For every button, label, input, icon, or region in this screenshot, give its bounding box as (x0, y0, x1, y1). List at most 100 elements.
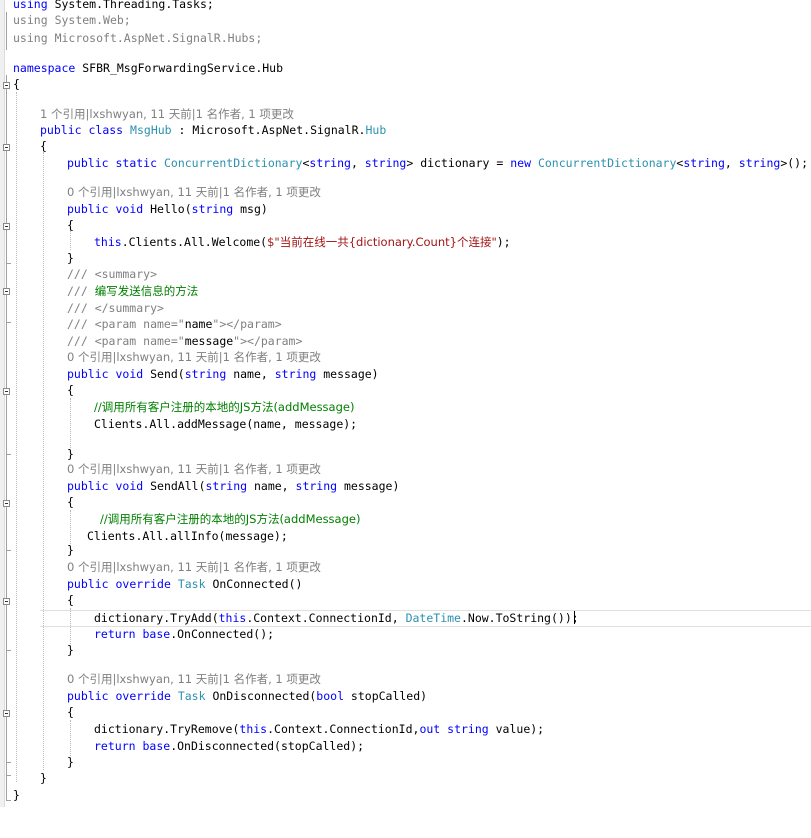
code-line[interactable]: { (0, 76, 811, 93)
method-name: Hello( (143, 202, 192, 216)
codelens-info[interactable]: 0 个引用|lxshwyan, 11 天前|1 名作者, 1 项更改 (67, 671, 321, 688)
brace: { (67, 383, 74, 397)
param: name, (247, 479, 296, 493)
code-line[interactable]: this.Clients.All.Welcome($"当前在线一共{dictio… (0, 234, 811, 251)
codelens-line[interactable]: 0 个引用|lxshwyan, 11 天前|1 名作者, 1 项更改 (0, 671, 811, 688)
keyword: using (13, 31, 48, 45)
base-class: Hub (365, 123, 387, 137)
doc-comment: /// </summary> (67, 301, 164, 315)
brace: { (67, 218, 74, 232)
namespace-name: SFBR_MsgForwardingService.Hub (82, 61, 284, 75)
brace: { (67, 495, 74, 509)
code-line[interactable]: } (0, 770, 811, 787)
class-name: MsgHub (130, 123, 172, 137)
codelens-line[interactable]: 0 个引用|lxshwyan, 11 天前|1 名作者, 1 项更改 (0, 349, 811, 366)
codelens-line[interactable]: 0 个引用|lxshwyan, 11 天前|1 名作者, 1 项更改 (0, 184, 811, 201)
code-line[interactable]: { (0, 704, 811, 721)
keyword: string (191, 202, 234, 216)
code-line[interactable]: public void Hello(string msg) (0, 201, 811, 230)
doc-comment: /// <param name=" (67, 334, 185, 348)
code-line[interactable]: } (0, 250, 811, 267)
code-line[interactable]: } (0, 542, 811, 559)
code-line[interactable]: { (0, 382, 811, 399)
keyword: namespace (13, 61, 76, 75)
code-line[interactable]: } (0, 754, 811, 771)
code-line[interactable]: using System.Web; (0, 12, 811, 29)
code-line[interactable]: dictionary.TryAdd(this.Context.Connectio… (0, 610, 811, 627)
keyword: return (94, 627, 136, 641)
code-line[interactable]: namespace SFBR_MsgForwardingService.Hub (0, 60, 811, 89)
call: .Now.ToString()); (460, 611, 579, 625)
code-line[interactable]: /// <param name="message"></param> (0, 333, 811, 350)
code-line[interactable]: return base.OnDisconnected(stopCalled); (0, 738, 811, 755)
base-qualifier: : Microsoft.AspNet.SignalR. (171, 123, 366, 137)
code-line[interactable]: { (0, 494, 811, 511)
codelens-info[interactable]: 0 个引用|lxshwyan, 11 天前|1 名作者, 1 项更改 (67, 559, 321, 576)
code-line[interactable]: //调用所有客户注册的本地的JS方法(addMessage) (0, 399, 811, 416)
codelens-line[interactable]: 0 个引用|lxshwyan, 11 天前|1 名作者, 1 项更改 (0, 559, 811, 576)
using-namespace: System.Threading.Tasks; (54, 0, 214, 11)
method-name: OnDisconnected( (205, 689, 317, 703)
field-name: dictionary = (413, 156, 511, 170)
keyword: string (364, 156, 407, 170)
code-line[interactable]: Clients.All.addMessage(name, message); (0, 416, 811, 433)
punct: ); (496, 235, 511, 249)
code-line[interactable]: /// <summary> (0, 266, 811, 295)
keyword: void (115, 479, 144, 493)
doc-param: message (184, 334, 234, 348)
keyword: class (88, 123, 124, 137)
code-editor[interactable]: using System.Threading.Tasks; using Syst… (0, 0, 811, 807)
code-line[interactable]: } (0, 787, 811, 804)
code-line[interactable]: public override Task OnConnected() (0, 576, 811, 605)
call: .OnConnected(); (170, 627, 275, 641)
keyword: using (13, 0, 48, 11)
keyword: this (239, 722, 268, 736)
comment: //调用所有客户注册的本地的JS方法(addMessage) (94, 400, 355, 414)
call: .Context.ConnectionId, (246, 611, 406, 625)
keyword: public (40, 123, 82, 137)
keyword: string (447, 722, 489, 736)
code-line[interactable]: } (0, 642, 811, 659)
codelens-line[interactable]: 0 个引用|lxshwyan, 11 天前|1 名作者, 1 项更改 (0, 461, 811, 478)
code-line[interactable]: { (0, 217, 811, 234)
code-line[interactable]: public void Send(string name, string mes… (0, 366, 811, 395)
doc-comment: /// <param name=" (67, 317, 185, 331)
codelens-line[interactable]: 1 个引用|lxshwyan, 11 天前|1 名作者, 1 项更改 (0, 106, 811, 123)
code-line[interactable]: public void SendAll(string name, string … (0, 478, 811, 507)
call: dictionary.TryRemove( (94, 722, 240, 736)
type-name: ConcurrentDictionary (537, 156, 677, 170)
codelens-info[interactable]: 1 个引用|lxshwyan, 11 天前|1 名作者, 1 项更改 (40, 106, 294, 123)
codelens-info[interactable]: 0 个引用|lxshwyan, 11 天前|1 名作者, 1 项更改 (67, 461, 321, 478)
code-line[interactable]: using Microsoft.AspNet.SignalR.Hubs; (0, 30, 811, 47)
code-line[interactable]: { (0, 592, 811, 609)
keyword: void (115, 202, 144, 216)
brace: { (67, 705, 74, 719)
param: stopCalled) (344, 689, 428, 703)
call: .OnDisconnected(stopCalled); (170, 739, 365, 753)
code-line[interactable]: public class MsgHub : Microsoft.AspNet.S… (0, 122, 811, 151)
code-line[interactable]: { (0, 138, 811, 155)
keyword: string (274, 367, 317, 381)
code-line[interactable]: dictionary.TryRemove(this.Context.Connec… (0, 721, 811, 738)
brace: } (67, 251, 74, 265)
code-line[interactable]: /// <param name="name"></param> (0, 316, 811, 333)
code-line[interactable]: /// </summary> (0, 300, 811, 317)
statement: Clients.All.addMessage(name, message); (94, 417, 358, 431)
keyword: string (205, 479, 248, 493)
codelens-info[interactable]: 0 个引用|lxshwyan, 11 天前|1 名作者, 1 项更改 (67, 184, 321, 201)
keyword: base (142, 627, 171, 641)
code-line[interactable]: public static ConcurrentDictionary<strin… (0, 155, 811, 172)
code-line[interactable]: /// 编写发送信息的方法 (0, 283, 811, 300)
doc-comment: /// <summary> (67, 267, 158, 281)
param: message) (316, 367, 379, 381)
keyword: string (309, 156, 351, 170)
comment: //调用所有客户注册的本地的JS方法(addMessage) (100, 512, 361, 526)
code-line[interactable]: //调用所有客户注册的本地的JS方法(addMessage) (0, 511, 811, 528)
brace: } (13, 788, 20, 802)
code-line[interactable]: public override Task OnDisconnected(bool… (0, 688, 811, 717)
type-name: Task (177, 577, 206, 591)
keyword: string (184, 367, 227, 381)
code-line[interactable]: return base.OnConnected(); (0, 626, 811, 643)
codelens-info[interactable]: 0 个引用|lxshwyan, 11 天前|1 名作者, 1 项更改 (67, 349, 321, 366)
method-name: OnConnected() (205, 577, 303, 591)
